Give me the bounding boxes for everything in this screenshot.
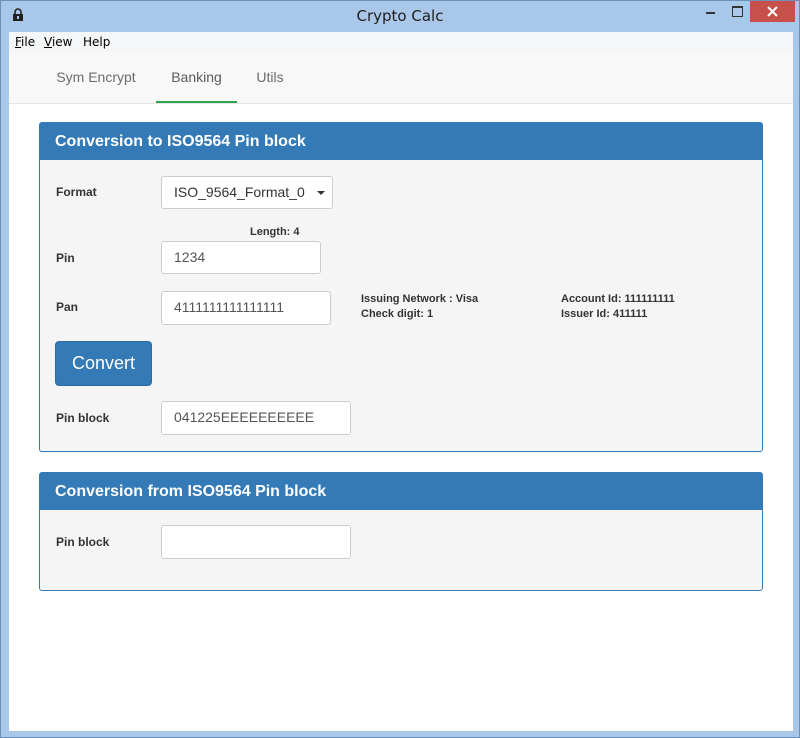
pinblock-output[interactable]: 041225EEEEEEEEEE bbox=[161, 401, 351, 435]
to-pinblock-panel-title: Conversion to ISO9564 Pin block bbox=[40, 123, 762, 160]
pan-label: Pan bbox=[56, 300, 79, 314]
close-button[interactable] bbox=[750, 1, 795, 22]
pin-label: Pin bbox=[56, 251, 75, 265]
issuer-id-text: Issuer Id: 411111 bbox=[561, 308, 648, 320]
app-window: Crypto Calc File View Help Sym Encrypt B… bbox=[0, 0, 800, 738]
from-pinblock-panel-title: Conversion from ISO9564 Pin block bbox=[40, 473, 762, 510]
from-pinblock-panel: Conversion from ISO9564 Pin block Pin bl… bbox=[39, 472, 763, 591]
check-digit-text: Check digit: 1 bbox=[361, 308, 434, 320]
title-bar[interactable]: Crypto Calc bbox=[1, 1, 799, 32]
pinblock-label: Pin block bbox=[56, 411, 110, 425]
format-select[interactable]: ISO_9564_Format_0 bbox=[161, 176, 333, 209]
tab-banking[interactable]: Banking bbox=[156, 52, 237, 103]
maximize-button[interactable] bbox=[724, 1, 750, 22]
menu-file-label: ile bbox=[21, 35, 36, 49]
format-select-value: ISO_9564_Format_0 bbox=[174, 184, 305, 200]
format-label: Format bbox=[56, 185, 97, 199]
menu-file[interactable]: File bbox=[15, 35, 35, 49]
menu-view-accel: V bbox=[44, 35, 52, 49]
client-area: File View Help Sym Encrypt Banking Utils… bbox=[9, 32, 793, 731]
menu-view[interactable]: View bbox=[44, 35, 72, 49]
menu-bar: File View Help bbox=[9, 32, 793, 52]
menu-view-label: iew bbox=[51, 35, 73, 49]
pin-length-text: Length: 4 bbox=[250, 226, 300, 238]
close-icon bbox=[767, 6, 778, 17]
to-pinblock-panel: Conversion to ISO9564 Pin block Format I… bbox=[39, 122, 763, 452]
tab-bar: Sym Encrypt Banking Utils bbox=[9, 52, 793, 104]
pin-input[interactable]: 1234 bbox=[161, 241, 321, 274]
from-pinblock-label: Pin block bbox=[56, 535, 110, 549]
window-title: Crypto Calc bbox=[356, 7, 444, 25]
tab-utils[interactable]: Utils bbox=[247, 52, 293, 103]
convert-button[interactable]: Convert bbox=[55, 341, 152, 386]
from-pinblock-input[interactable] bbox=[161, 525, 351, 559]
minimize-button[interactable] bbox=[698, 1, 724, 22]
chevron-down-icon bbox=[317, 191, 325, 195]
issuing-network-text: Issuing Network : Visa bbox=[361, 293, 479, 305]
tab-sym-encrypt[interactable]: Sym Encrypt bbox=[44, 52, 148, 103]
pan-input[interactable]: 4111111111111111 bbox=[161, 291, 331, 325]
menu-help[interactable]: Help bbox=[83, 35, 110, 49]
account-id-text: Account Id: 111111111 bbox=[561, 293, 675, 305]
